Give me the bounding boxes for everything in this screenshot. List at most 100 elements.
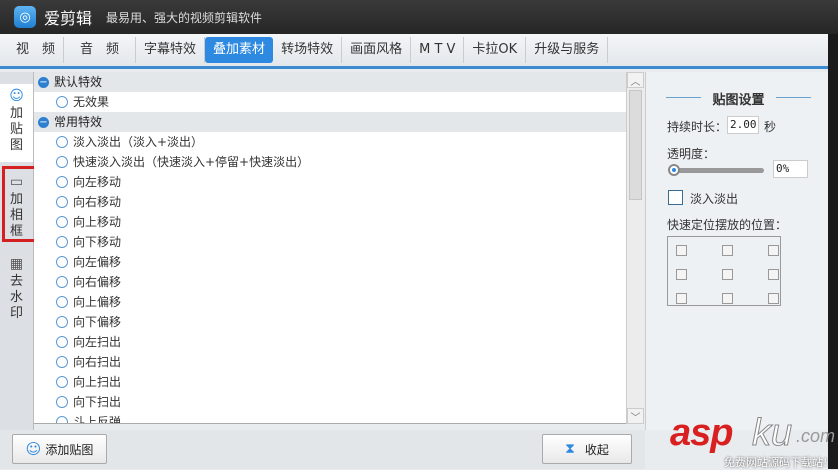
position-cell[interactable] <box>768 269 779 280</box>
collapse-button[interactable]: ⧗ 收起 <box>542 434 632 464</box>
watermark-domain: .com <box>796 426 836 446</box>
tab-5[interactable]: 画面风格 <box>342 37 412 63</box>
side-tab-remove-watermark[interactable]: ▦ 去水印 <box>0 252 33 322</box>
smiley-plus-icon: ☺ <box>9 88 24 104</box>
position-cell[interactable] <box>676 269 687 280</box>
radio-button[interactable] <box>56 276 68 288</box>
radio-button[interactable] <box>56 296 68 308</box>
scroll-down-button[interactable]: ﹀ <box>627 408 644 424</box>
radio-button[interactable] <box>56 216 68 228</box>
effect-label: 向上偏移 <box>73 295 122 309</box>
collapse-icon[interactable]: − <box>38 76 49 88</box>
opacity-label: 透明度： <box>667 147 716 161</box>
scroll-up-button[interactable]: ︿ <box>627 72 644 88</box>
position-grid <box>667 236 781 306</box>
tab-1[interactable]: 音 频 <box>64 37 137 63</box>
group-title: 常用特效 <box>54 115 103 129</box>
add-sticker-button[interactable]: ☺ 添加贴图 <box>12 434 107 464</box>
effect-label: 向上移动 <box>73 215 122 229</box>
effect-label: 向下移动 <box>73 235 122 249</box>
app-slogan: 最易用、强大的视频剪辑软件 <box>106 10 263 25</box>
opacity-input[interactable]: 0% <box>773 160 808 178</box>
duration-input[interactable]: 2.00 <box>727 116 759 134</box>
effect-item[interactable]: 向下扫出 <box>34 392 626 412</box>
position-cell[interactable] <box>768 245 779 256</box>
radio-button[interactable] <box>56 156 68 168</box>
effect-item[interactable]: 向右偏移 <box>34 272 626 292</box>
app-logo-icon: ◎ <box>14 6 36 28</box>
position-cell[interactable] <box>676 293 687 304</box>
effect-label: 向左偏移 <box>73 255 122 269</box>
effect-item[interactable]: 淡入淡出（淡入+淡出） <box>34 132 626 152</box>
side-tab-add-sticker[interactable]: ☺ 加贴图 <box>0 84 33 162</box>
background-edge <box>828 34 838 469</box>
mosaic-icon: ▦ <box>9 256 24 272</box>
effect-label: 向左移动 <box>73 175 122 189</box>
effect-item[interactable]: 斗上反弹 <box>34 412 626 423</box>
radio-button[interactable] <box>56 336 68 348</box>
panel-title: 贴图设置 <box>666 89 811 108</box>
radio-button[interactable] <box>56 176 68 188</box>
effect-item[interactable]: 向左扫出 <box>34 332 626 352</box>
watermark-brand2: ku <box>751 412 793 455</box>
radio-button[interactable] <box>56 236 68 248</box>
effect-item[interactable]: 向上偏移 <box>34 292 626 312</box>
app-name: 爱剪辑 <box>44 9 93 28</box>
scrollbar[interactable]: ︿ ﹀ <box>626 72 644 424</box>
radio-button[interactable] <box>56 356 68 368</box>
collapse-label: 收起 <box>584 442 609 457</box>
effect-label: 向下扫出 <box>73 395 122 409</box>
effect-item[interactable]: 向下偏移 <box>34 312 626 332</box>
smiley-plus-icon: ☺ <box>25 440 42 458</box>
tab-0[interactable]: 视 频 <box>8 37 65 63</box>
duration-unit: 秒 <box>764 120 777 134</box>
effect-label: 向右偏移 <box>73 275 122 289</box>
position-cell[interactable] <box>676 245 687 256</box>
effect-label: 向左扫出 <box>73 335 122 349</box>
position-cell[interactable] <box>768 293 779 304</box>
tab-6[interactable]: M T V <box>411 37 465 63</box>
effect-item[interactable]: 无效果 <box>34 92 626 112</box>
radio-button[interactable] <box>56 256 68 268</box>
radio-button[interactable] <box>56 316 68 328</box>
effect-item[interactable]: 向左移动 <box>34 172 626 192</box>
group-header[interactable]: − 默认特效 <box>34 72 626 92</box>
radio-button[interactable] <box>56 376 68 388</box>
radio-button[interactable] <box>56 196 68 208</box>
group-header[interactable]: − 常用特效 <box>34 112 626 132</box>
position-cell[interactable] <box>722 293 733 304</box>
fade-label: 淡入淡出 <box>690 192 739 206</box>
opacity-slider-knob[interactable] <box>668 164 680 176</box>
tab-4[interactable]: 转场特效 <box>273 37 343 63</box>
fade-checkbox[interactable] <box>668 190 683 205</box>
tab-7[interactable]: 卡拉OK <box>464 37 527 63</box>
radio-button[interactable] <box>56 136 68 148</box>
main-tabs: 视 频音 频字幕特效 叠加素材 转场特效 画面风格 M T V 卡拉OK 升级与服务 <box>0 34 828 69</box>
effect-item[interactable]: 向右扫出 <box>34 352 626 372</box>
collapse-icon[interactable]: − <box>38 116 49 128</box>
position-cell[interactable] <box>722 245 733 256</box>
group-title: 默认特效 <box>54 75 103 89</box>
opacity-slider[interactable] <box>672 168 764 173</box>
effect-item[interactable]: 向上扫出 <box>34 372 626 392</box>
position-cell[interactable] <box>722 269 733 280</box>
watermark-tagline: 免费网站源码下载站! <box>724 456 828 469</box>
duration-label: 持续时长： <box>667 120 728 134</box>
scroll-thumb[interactable] <box>629 90 642 200</box>
effect-item[interactable]: 向下移动 <box>34 232 626 252</box>
side-tabs: ☺ 加贴图 ▭ 加相框 ▦ 去水印 <box>0 72 34 430</box>
radio-button[interactable] <box>56 396 68 408</box>
effect-label: 淡入淡出（淡入+淡出） <box>73 135 204 149</box>
tab-3[interactable]: 叠加素材 <box>205 37 274 63</box>
effect-item[interactable]: 向左偏移 <box>34 252 626 272</box>
effect-item[interactable]: 向上移动 <box>34 212 626 232</box>
radio-button[interactable] <box>56 96 68 108</box>
effect-list: − 默认特效 无效果 − 常用特效 淡入淡出（淡入+淡出） 快速淡入淡出（快速淡入+停留+快… <box>34 72 626 424</box>
effect-item[interactable]: 向右移动 <box>34 192 626 212</box>
effect-label: 向上扫出 <box>73 375 122 389</box>
radio-button[interactable] <box>56 416 68 423</box>
effect-item[interactable]: 快速淡入淡出（快速淡入+停留+快速淡出） <box>34 152 626 172</box>
tab-2[interactable]: 字幕特效 <box>136 37 206 63</box>
tab-8[interactable]: 升级与服务 <box>526 37 609 63</box>
position-label: 快速定位摆放的位置： <box>667 218 788 232</box>
